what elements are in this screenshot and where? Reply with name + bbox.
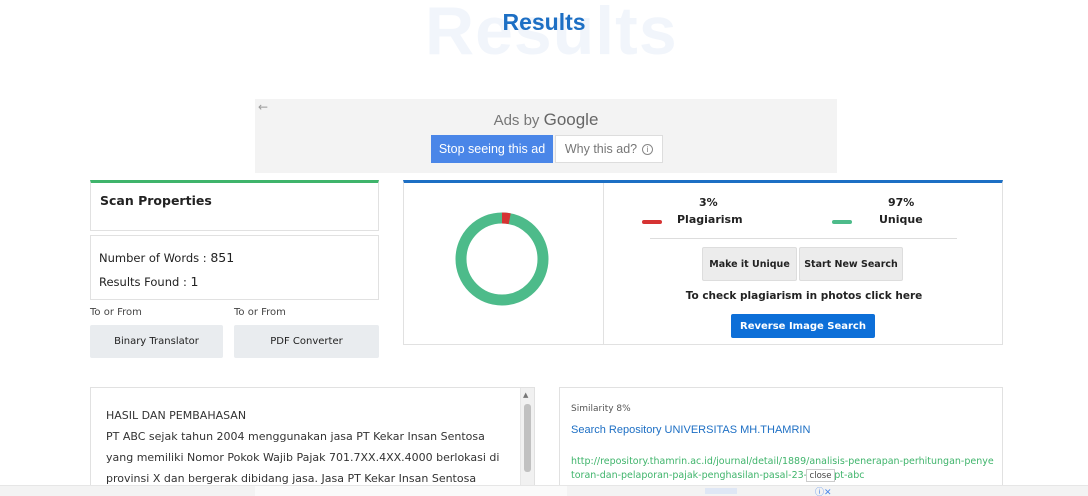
pdf-converter-caption: To or From xyxy=(234,307,286,318)
source-text-panel[interactable]: HASIL DAN PEMBAHASAN PT ABC sejak tahun … xyxy=(90,387,535,496)
results-found: Results Found : 1 xyxy=(99,270,370,294)
page: Results Results ← Ads by Google Stop see… xyxy=(0,0,1088,496)
plagiarism-legend-label: Plagiarism xyxy=(677,213,743,226)
why-this-ad-button[interactable]: Why this ad? i xyxy=(555,135,663,163)
photo-check-text: To check plagiarism in photos click here xyxy=(685,290,923,302)
ad-choices-icon[interactable]: ⓘ✕ xyxy=(815,485,832,496)
unique-legend-swatch xyxy=(832,220,852,224)
ads-by-label: Ads by xyxy=(493,112,540,129)
unique-percent: 97% xyxy=(888,196,915,209)
legend-divider xyxy=(650,238,957,239)
results-found-label: Results Found : xyxy=(99,275,191,289)
reverse-image-search-button[interactable]: Reverse Image Search xyxy=(731,314,875,338)
binary-translator-caption: To or From xyxy=(90,307,142,318)
panel-divider xyxy=(603,183,604,345)
unique-arc xyxy=(455,212,549,306)
word-count-label: Number of Words : xyxy=(99,251,211,265)
match-panel: Similarity 8% Search Repository UNIVERSI… xyxy=(559,387,1003,496)
plagiarism-legend-swatch xyxy=(642,220,662,224)
scan-stats: Number of Words : 851 Results Found : 1 xyxy=(90,235,379,300)
text-line: yang memiliki Nomor Pokok Wajib Pajak 70… xyxy=(106,451,500,464)
source-link[interactable]: Search Repository UNIVERSITAS MH.THAMRIN xyxy=(571,424,810,436)
results-found-value: 1 xyxy=(190,274,199,289)
google-logo: Google xyxy=(543,110,599,129)
stop-seeing-ad-button[interactable]: Stop seeing this ad xyxy=(431,135,553,163)
text-line: HASIL DAN PEMBAHASAN xyxy=(106,409,247,422)
text-line: PT ABC sejak tahun 2004 menggunakan jasa… xyxy=(106,430,485,443)
unique-legend-label: Unique xyxy=(879,213,923,226)
similarity-label: Similarity 8% xyxy=(571,404,631,414)
source-text: HASIL DAN PEMBAHASAN PT ABC sejak tahun … xyxy=(106,405,516,489)
ads-by-google: Ads by Google xyxy=(255,110,837,130)
source-url[interactable]: http://repository.thamrin.ac.id/journal/… xyxy=(571,455,995,483)
pdf-converter-button[interactable]: PDF Converter xyxy=(234,325,379,358)
word-count-value: 851 xyxy=(210,250,235,265)
google-ad-box: ← Ads by Google Stop seeing this ad Why … xyxy=(255,99,837,173)
bottom-ad-bar: ⓘ✕ xyxy=(0,485,1088,496)
result-panel: 3% 97% Plagiarism Unique Make it Unique … xyxy=(403,180,1003,345)
scan-properties-title: Scan Properties xyxy=(90,180,379,231)
scroll-up-icon[interactable]: ▲ xyxy=(523,391,528,399)
bottom-ad-segment xyxy=(255,486,567,496)
binary-translator-button[interactable]: Binary Translator xyxy=(90,325,223,358)
text-scrollbar[interactable]: ▲ xyxy=(520,388,534,496)
bottom-ad-badge xyxy=(705,488,737,494)
scrollbar-thumb[interactable] xyxy=(524,404,531,472)
close-ad-button[interactable]: close xyxy=(806,469,835,482)
result-donut-chart xyxy=(455,212,549,306)
make-it-unique-button[interactable]: Make it Unique xyxy=(702,247,797,281)
page-title: Results xyxy=(502,9,586,35)
info-icon: i xyxy=(642,143,654,155)
word-count: Number of Words : 851 xyxy=(99,246,370,270)
why-this-ad-label: Why this ad? xyxy=(564,142,638,156)
start-new-search-button[interactable]: Start New Search xyxy=(799,247,903,281)
plagiarism-percent: 3% xyxy=(699,196,718,209)
